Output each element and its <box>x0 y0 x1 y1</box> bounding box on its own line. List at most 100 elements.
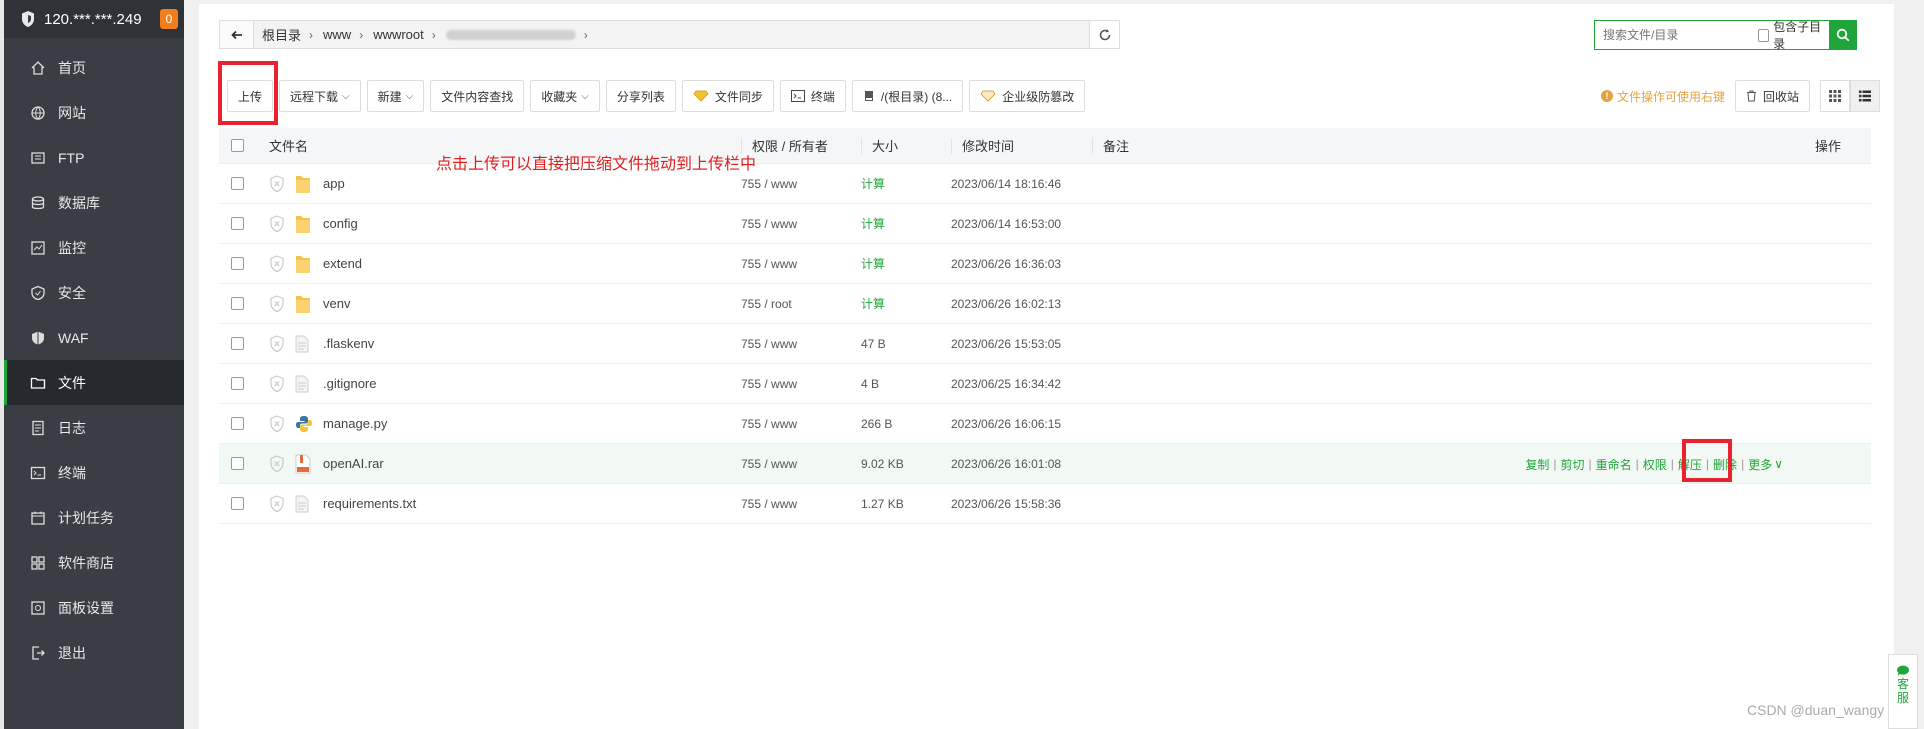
grid-view-button[interactable] <box>1820 80 1851 112</box>
file-perm[interactable]: 755 / www <box>741 337 861 351</box>
protect-shield-icon[interactable] <box>269 414 285 433</box>
sidebar-item-12[interactable]: 面板设置 <box>4 585 184 630</box>
notification-badge[interactable]: 0 <box>160 9 178 29</box>
header-size[interactable]: 大小 <box>872 136 898 155</box>
table-row[interactable]: venv 755 / root 计算 2023/06/26 16:02:13 <box>219 284 1871 324</box>
protect-shield-icon[interactable] <box>269 454 285 473</box>
table-row[interactable]: manage.py 755 / www 266 B 2023/06/26 16:06:… <box>219 404 1871 444</box>
table-row[interactable]: .flaskenv 755 / www 47 B 2023/06/26 15:53:0… <box>219 324 1871 364</box>
file-name[interactable]: config <box>323 216 358 231</box>
row-action-2[interactable]: 重命名 <box>1596 456 1632 473</box>
content-search-button[interactable]: 文件内容查找 <box>430 80 525 112</box>
header-perm[interactable]: 权限 / 所有者 <box>752 136 828 155</box>
favorites-button[interactable]: 收藏夹 ⌵ <box>530 80 600 112</box>
file-size[interactable]: 计算 <box>861 215 951 232</box>
row-checkbox[interactable] <box>231 417 244 430</box>
protect-shield-icon[interactable] <box>269 334 285 353</box>
disk-button[interactable]: /(根目录) (8... <box>851 80 964 112</box>
row-checkbox[interactable] <box>231 297 244 310</box>
file-perm[interactable]: 755 / www <box>741 497 861 511</box>
sidebar-item-3[interactable]: 数据库 <box>4 180 184 225</box>
remote-download-button[interactable]: 远程下载 ⌵ <box>279 80 361 112</box>
row-checkbox[interactable] <box>231 377 244 390</box>
row-action-3[interactable]: 权限 <box>1643 456 1667 473</box>
file-name[interactable]: requirements.txt <box>323 496 416 511</box>
row-checkbox[interactable] <box>231 217 244 230</box>
protect-shield-icon[interactable] <box>269 174 285 193</box>
file-size[interactable]: 计算 <box>861 295 951 312</box>
checkbox-icon[interactable] <box>1758 28 1770 42</box>
row-action-1[interactable]: 剪切 <box>1560 456 1584 473</box>
row-checkbox[interactable] <box>231 257 244 270</box>
table-row[interactable]: config 755 / www 计算 2023/06/14 16:53:00 <box>219 204 1871 244</box>
file-name[interactable]: .flaskenv <box>323 336 374 351</box>
file-size[interactable]: 计算 <box>861 255 951 272</box>
sidebar-item-13[interactable]: 退出 <box>4 630 184 675</box>
table-row[interactable]: .gitignore 755 / www 4 B 2023/06/25 16:34:4… <box>219 364 1871 404</box>
new-button[interactable]: 新建 ⌵ <box>366 80 425 112</box>
row-checkbox[interactable] <box>231 457 244 470</box>
share-list-button[interactable]: 分享列表 <box>605 80 676 112</box>
file-perm[interactable]: 755 / www <box>741 257 861 271</box>
sidebar-item-11[interactable]: 软件商店 <box>4 540 184 585</box>
file-perm[interactable]: 755 / www <box>741 217 861 231</box>
row-checkbox[interactable] <box>231 497 244 510</box>
file-size[interactable]: 计算 <box>861 175 951 192</box>
sidebar-item-4[interactable]: 监控 <box>4 225 184 270</box>
list-view-button[interactable] <box>1850 80 1881 112</box>
file-name[interactable]: openAI.rar <box>323 456 384 471</box>
file-name[interactable]: venv <box>323 296 350 311</box>
server-header[interactable]: 120.***.***.249 0 <box>4 0 184 38</box>
breadcrumb[interactable]: 根目录 › www › wwwroot › › <box>254 21 1089 48</box>
file-name[interactable]: manage.py <box>323 416 387 431</box>
chevron-down-icon[interactable]: ∨ <box>1774 457 1783 471</box>
protect-shield-icon[interactable] <box>269 254 285 273</box>
file-perm[interactable]: 755 / www <box>741 377 861 391</box>
row-checkbox[interactable] <box>231 177 244 190</box>
file-name[interactable]: app <box>323 176 345 191</box>
sidebar-item-1[interactable]: 网站 <box>4 90 184 135</box>
table-row[interactable]: extend 755 / www 计算 2023/06/26 16:36:03 <box>219 244 1871 284</box>
row-action-6[interactable]: 更多 <box>1748 456 1772 473</box>
back-button[interactable] <box>220 21 254 48</box>
row-checkbox[interactable] <box>231 337 244 350</box>
protect-shield-icon[interactable] <box>269 494 285 513</box>
file-name[interactable]: .gitignore <box>323 376 376 391</box>
customer-service-button[interactable]: 客 服 <box>1888 654 1918 729</box>
refresh-button[interactable] <box>1089 21 1119 48</box>
protect-shield-icon[interactable] <box>269 374 285 393</box>
row-action-0[interactable]: 复制 <box>1525 456 1549 473</box>
header-name[interactable]: 文件名 <box>269 136 308 155</box>
table-row[interactable]: openAI.rar 755 / www 9.02 KB 2023/06/26 16:… <box>219 444 1871 484</box>
row-actions: 复制 | 剪切 | 重命名 | 权限 | 解压 | 删除 | 更多 ∨ <box>1525 444 1783 484</box>
crumb-redacted[interactable] <box>445 29 576 40</box>
file-perm[interactable]: 755 / www <box>741 417 861 431</box>
sidebar-item-7[interactable]: 文件 <box>4 360 184 405</box>
select-all-checkbox[interactable] <box>231 139 244 152</box>
table-row[interactable]: requirements.txt 755 / www 1.27 KB 2023/06/… <box>219 484 1871 524</box>
sidebar-item-0[interactable]: 首页 <box>4 45 184 90</box>
recycle-bin-button[interactable]: 回收站 <box>1735 80 1811 112</box>
file-name[interactable]: extend <box>323 256 362 271</box>
sidebar-item-2[interactable]: FTP <box>4 135 184 180</box>
file-perm[interactable]: 755 / root <box>741 297 861 311</box>
include-subdir-checkbox[interactable]: 包含子目录 <box>1758 18 1823 52</box>
crumb-root[interactable]: 根目录 <box>262 25 301 44</box>
tamper-button[interactable]: 企业级防篡改 <box>969 80 1086 112</box>
sidebar-item-9[interactable]: 终端 <box>4 450 184 495</box>
sidebar-item-6[interactable]: WAF <box>4 315 184 360</box>
terminal-button[interactable]: 终端 <box>779 80 846 112</box>
search-button[interactable] <box>1828 20 1857 50</box>
protect-shield-icon[interactable] <box>269 214 285 233</box>
file-perm[interactable]: 755 / www <box>741 457 861 471</box>
header-mtime[interactable]: 修改时间 <box>962 136 1014 155</box>
protect-shield-icon[interactable] <box>269 294 285 313</box>
file-sync-button[interactable]: 文件同步 <box>681 80 774 112</box>
crumb-wwwroot[interactable]: wwwroot <box>373 27 424 42</box>
sidebar-item-8[interactable]: 日志 <box>4 405 184 450</box>
sidebar-item-10[interactable]: 计划任务 <box>4 495 184 540</box>
search-input[interactable] <box>1595 21 1758 49</box>
crumb-www[interactable]: www <box>323 27 351 42</box>
sidebar-item-5[interactable]: 安全 <box>4 270 184 315</box>
file-perm[interactable]: 755 / www <box>741 177 861 191</box>
